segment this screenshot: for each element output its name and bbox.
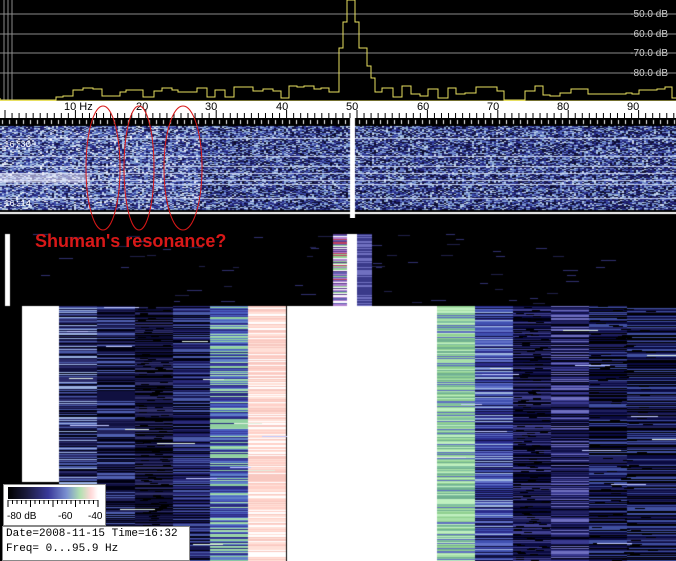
hz-label-10: 10 Hz [64, 101, 93, 113]
time-label-1630: 16:30 [4, 140, 32, 150]
hz-label-60: 60 [417, 101, 430, 113]
colorbar-label-max: -40 [88, 511, 103, 522]
db-label-70: -70.0 dB [630, 48, 668, 59]
waterfall-spectrogram [0, 118, 676, 218]
spectrum-plot [0, 0, 676, 104]
hz-label-40: 40 [276, 101, 289, 113]
db-label-80: -80.0 dB [630, 68, 668, 79]
colorbar-label-min: -80 dB [7, 511, 37, 522]
time-label-1614: 16:14 [4, 199, 32, 209]
db-label-60: -60.0 dB [630, 29, 668, 40]
frequency-scale: 10 Hz 20 30 40 50 60 70 80 90 [0, 101, 676, 118]
annotation-text: Shuman's resonance? [35, 231, 227, 251]
hz-label-70: 70 [487, 101, 500, 113]
hz-label-30: 30 [205, 101, 218, 113]
hz-label-20: 20 [136, 101, 149, 113]
colorbar-gradient [8, 487, 98, 499]
hz-label-50: 50 [346, 101, 359, 113]
frequency-range-text: Freq= 0...95.9 Hz [6, 543, 119, 555]
colorbar-legend: -80 dB -60 -40 [3, 484, 106, 526]
hz-label-90: 90 [627, 101, 640, 113]
hz-label-80: 80 [557, 101, 570, 113]
db-label-50: -50.0 dB [630, 9, 668, 20]
colorbar-label-mid: -60 [58, 511, 73, 522]
date-time-text: Date=2008-11-15 Time=16:32 [6, 528, 178, 540]
info-panel: Date=2008-11-15 Time=16:32 Freq= 0...95.… [2, 526, 190, 561]
